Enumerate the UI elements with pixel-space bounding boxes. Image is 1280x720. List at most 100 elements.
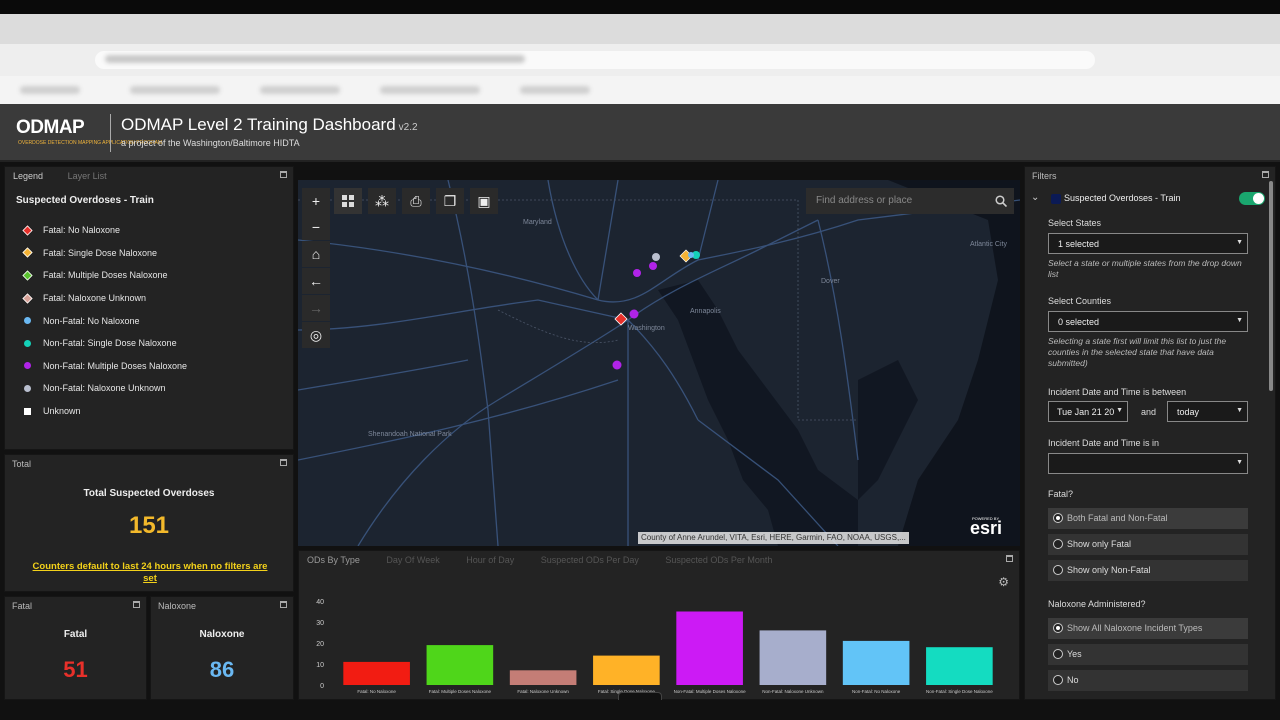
radio-naloxone-no[interactable]: No xyxy=(1048,670,1248,691)
legend-tabs: Legend Layer List xyxy=(13,171,129,181)
circle-symbol-icon xyxy=(24,362,31,370)
naloxone-panel: Naloxone Naloxone 86 xyxy=(150,596,294,700)
print-icon[interactable]: ⎙ xyxy=(402,188,430,214)
zoom-in-button[interactable]: + xyxy=(302,188,330,214)
date-to-value: today xyxy=(1177,407,1200,417)
date-from-value: Tue Jan 21 20 xyxy=(1057,407,1115,417)
legend-item-label: Fatal: Multiple Doses Naloxone xyxy=(43,270,168,281)
chart-bar[interactable] xyxy=(426,645,494,685)
browser-toolbar xyxy=(0,44,1280,76)
zoom-out-button[interactable]: − xyxy=(302,214,330,240)
y-tick-label: 20 xyxy=(316,641,324,648)
legend-item: Non-Fatal: Single Dose Naloxone xyxy=(23,332,187,355)
bookmark-item[interactable] xyxy=(20,86,80,94)
counties-label: Select Counties xyxy=(1048,296,1112,306)
caret-down-icon: ▼ xyxy=(1236,459,1243,466)
legend-item: Non-Fatal: Multiple Doses Naloxone xyxy=(23,355,187,378)
chart-bar[interactable] xyxy=(593,655,660,685)
counters-note-link[interactable]: Counters default to last 24 hours when n… xyxy=(25,561,275,585)
naloxone-heading: Naloxone xyxy=(199,629,245,640)
radio-label: Show All Naloxone Incident Types xyxy=(1067,623,1203,633)
counties-select[interactable]: 0 selected ▼ xyxy=(1048,311,1248,332)
filters-scrollbar[interactable] xyxy=(1269,181,1273,391)
circle-symbol-icon xyxy=(24,384,31,392)
y-tick-label: 10 xyxy=(316,662,324,669)
bookmark-item[interactable] xyxy=(130,86,220,94)
tab-legend[interactable]: Legend xyxy=(13,171,43,181)
forward-arrow-icon[interactable]: → xyxy=(302,295,330,321)
chart-bar[interactable] xyxy=(926,647,993,685)
total-panel: Total Total Suspected Overdoses 151 Coun… xyxy=(4,454,294,592)
bookmark-item[interactable] xyxy=(380,86,480,94)
filter-layer-row: ⌄ Suspected Overdoses - Train xyxy=(1031,192,1265,206)
maximize-icon[interactable] xyxy=(1262,171,1269,178)
radio-label: Both Fatal and Non-Fatal xyxy=(1067,513,1168,523)
legend-item-label: Unknown xyxy=(43,406,81,417)
chevron-down-icon[interactable]: ⌄ xyxy=(1031,192,1039,203)
home-icon[interactable]: ⌂ xyxy=(302,241,330,267)
map-view[interactable]: Maryland Washington Annapolis Dover Atla… xyxy=(298,180,1020,546)
maximize-icon[interactable] xyxy=(133,601,140,608)
radio-label: Yes xyxy=(1067,649,1082,659)
share-icon[interactable]: ▣ xyxy=(470,188,498,214)
search-icon[interactable] xyxy=(988,188,1014,214)
app-title-text: ODMAP Level 2 Training Dashboard xyxy=(121,115,396,134)
place-label: Shenandoah National Park xyxy=(368,431,452,438)
panel-collapse-handle[interactable] xyxy=(618,692,662,700)
y-tick-label: 0 xyxy=(320,683,324,690)
counties-select-value: 0 selected xyxy=(1058,317,1100,327)
legend-panel: Legend Layer List Suspected Overdoses - … xyxy=(4,166,294,450)
chart-bar[interactable] xyxy=(759,630,827,685)
x-tick-label: Fatal: No Naloxone xyxy=(357,689,396,694)
place-label: Annapolis xyxy=(690,308,721,315)
map-search-input[interactable]: Find address or place xyxy=(806,188,990,214)
date-from-select[interactable]: Tue Jan 21 20 ▼ xyxy=(1048,401,1128,422)
chart-bar[interactable] xyxy=(842,640,910,685)
back-arrow-icon[interactable]: ← xyxy=(302,268,330,294)
tab-layer-list[interactable]: Layer List xyxy=(68,171,107,181)
chart-bar[interactable] xyxy=(509,670,577,685)
radio-only-fatal[interactable]: Show only Fatal xyxy=(1048,534,1248,555)
panel-label: Filters xyxy=(1032,171,1057,181)
states-select[interactable]: 1 selected ▼ xyxy=(1048,233,1248,254)
date-to-select[interactable]: today ▼ xyxy=(1167,401,1248,422)
radio-both-fatal[interactable]: Both Fatal and Non-Fatal xyxy=(1048,508,1248,529)
radio-button xyxy=(1053,623,1063,633)
layer-toggle[interactable] xyxy=(1239,192,1265,205)
map-nav-buttons: − ⌂ ← → ◎ xyxy=(302,214,336,348)
bookmark-item[interactable] xyxy=(260,86,340,94)
app-header: ODMAP OVERDOSE DETECTION MAPPING APPLICA… xyxy=(0,104,1280,162)
chart-bar[interactable] xyxy=(676,611,743,686)
legend-list: Fatal: No Naloxone Fatal: Single Dose Nal… xyxy=(22,219,187,422)
legend-item-label: Fatal: No Naloxone xyxy=(43,225,121,236)
radio-only-nonfatal[interactable]: Show only Non-Fatal xyxy=(1048,560,1248,581)
maximize-icon[interactable] xyxy=(280,601,287,608)
x-tick-label: Non-Fatal: Multiple Doses Naloxone xyxy=(674,689,747,694)
app-version: v2.2 xyxy=(398,122,418,133)
radio-button xyxy=(1053,513,1063,523)
panel-label: Total xyxy=(12,459,32,469)
layer-color-swatch xyxy=(1051,194,1061,204)
layers-icon[interactable]: ⁂ xyxy=(368,188,396,214)
bookmark-item[interactable] xyxy=(520,86,590,94)
chart-bar[interactable] xyxy=(343,661,410,685)
circle-symbol-icon xyxy=(24,317,31,325)
diamond-symbol-icon xyxy=(22,270,33,281)
counties-help: Selecting a state first will limit this … xyxy=(1048,336,1227,368)
browser-tab-strip xyxy=(0,14,1280,44)
bookmark-icon[interactable]: ❐ xyxy=(436,188,464,214)
legend-item: Fatal: No Naloxone xyxy=(22,219,187,242)
date-between-label: Incident Date and Time is between xyxy=(1048,387,1187,397)
radio-all-naloxone[interactable]: Show All Naloxone Incident Types xyxy=(1048,618,1248,639)
locate-icon[interactable]: ◎ xyxy=(302,322,330,348)
basemap-gallery-icon[interactable] xyxy=(334,188,362,214)
basemap: Maryland Washington Annapolis Dover Atla… xyxy=(298,180,1020,546)
date-in-select[interactable]: ▼ xyxy=(1048,453,1248,474)
legend-item-label: Non-Fatal: Single Dose Naloxone xyxy=(43,338,177,349)
radio-naloxone-yes[interactable]: Yes xyxy=(1048,644,1248,665)
maximize-icon[interactable] xyxy=(280,171,287,178)
panel-label: Naloxone xyxy=(158,601,197,611)
maximize-icon[interactable] xyxy=(280,459,287,466)
x-tick-label: Fatal: Multiple Doses Naloxone xyxy=(429,689,492,694)
legend-item-label: Non-Fatal: Naloxone Unknown xyxy=(43,383,166,394)
